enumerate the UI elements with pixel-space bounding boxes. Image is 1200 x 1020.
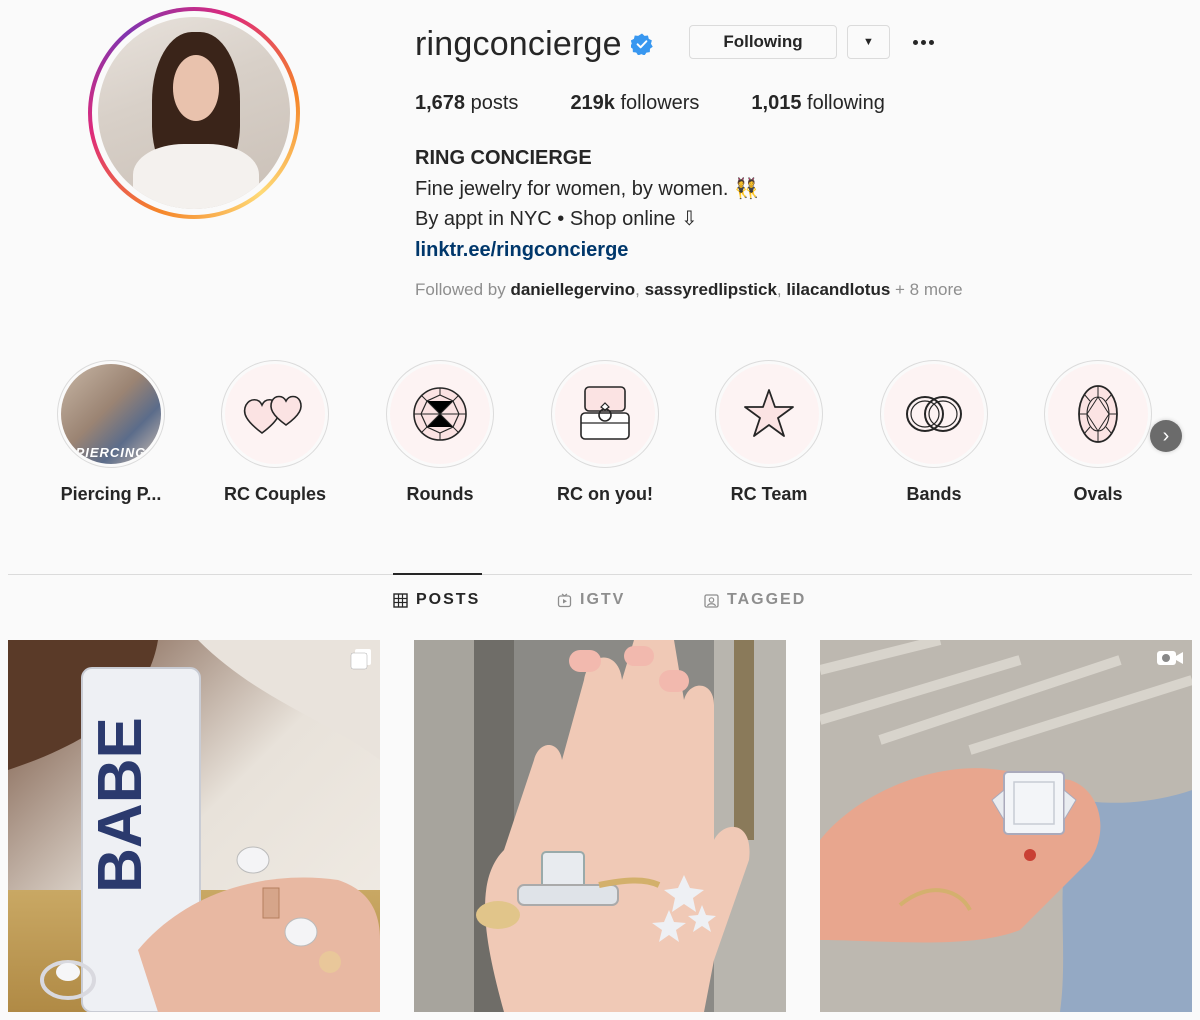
highlight-rc-couples[interactable]: RC Couples — [200, 360, 350, 505]
hearts-icon — [243, 395, 302, 435]
bio-line-1: Fine jewelry for women, by women. 👯 — [415, 177, 759, 200]
highlight-label: Piercing P... — [60, 484, 162, 504]
followed-by[interactable]: Followed by daniellegervino, sassyredlip… — [415, 280, 963, 300]
star-icon — [744, 389, 794, 437]
profile-avatar-ring[interactable] — [88, 7, 300, 219]
post-thumbnail[interactable]: BABE — [8, 640, 380, 1012]
highlight-inner — [719, 364, 819, 464]
highlight-inner — [225, 364, 325, 464]
followed-by-user[interactable]: daniellegervino — [510, 280, 635, 299]
highlight-label: Bands — [906, 484, 962, 504]
highlight-label: RC on you! — [557, 484, 653, 504]
highlight-inner — [1048, 364, 1148, 464]
bio-full-name: RING CONCIERGE — [415, 147, 592, 169]
highlight-circle — [1044, 360, 1152, 468]
profile-avatar[interactable] — [98, 17, 290, 209]
caret-down-icon: ▼ — [863, 36, 874, 48]
highlight-circle — [551, 360, 659, 468]
highlight-piercing[interactable]: PIERCING Piercing P... — [36, 360, 186, 505]
round-diamond-icon — [413, 387, 467, 441]
highlight-circle — [386, 360, 494, 468]
suggested-dropdown-button[interactable]: ▼ — [847, 25, 890, 59]
following-count-value: 1,015 — [751, 92, 802, 114]
highlight-photo-thumbnail: PIERCING — [61, 364, 161, 464]
posts-count-value: 1,678 — [415, 92, 466, 114]
highlight-label: Rounds — [406, 484, 474, 504]
tab-igtv[interactable]: IGTV — [557, 574, 625, 626]
post-image — [820, 640, 1192, 1012]
followed-by-user[interactable]: sassyredlipstick — [645, 280, 777, 299]
more-options-icon[interactable] — [905, 27, 941, 57]
following-button[interactable]: Following — [689, 25, 837, 59]
highlight-rounds[interactable]: Rounds — [365, 360, 515, 505]
following-count[interactable]: 1,015 following — [751, 92, 884, 115]
tab-tagged-label: TAGGED — [727, 591, 807, 608]
highlights-next-chevron-icon[interactable]: › — [1150, 420, 1182, 452]
bio-link[interactable]: linktr.ee/ringconcierge — [415, 235, 759, 266]
followed-by-more[interactable]: + 8 more — [895, 280, 963, 299]
post-image: BABE — [8, 640, 380, 1012]
oval-diamond-icon — [1078, 385, 1118, 443]
igtv-icon — [557, 593, 572, 607]
video-icon — [1157, 651, 1183, 665]
highlight-label: RC Team — [730, 484, 808, 504]
highlight-rc-team[interactable]: RC Team — [694, 360, 844, 505]
highlight-inner — [390, 364, 490, 464]
highlight-inner — [884, 364, 984, 464]
tab-igtv-label: IGTV — [580, 591, 626, 608]
followers-count-value: 219k — [570, 92, 615, 114]
carousel-icon — [350, 649, 371, 670]
following-count-label: following — [807, 92, 885, 114]
highlight-rc-on-you[interactable]: RC on you! — [530, 360, 680, 505]
post-image — [414, 640, 786, 1012]
avatar-frame — [92, 11, 296, 215]
avatar-blouse — [132, 143, 260, 209]
grid-icon — [393, 592, 408, 608]
tab-posts[interactable]: POSTS — [393, 573, 482, 625]
profile-stats: 1,678 posts 219k followers 1,015 followi… — [415, 92, 937, 115]
followed-by-user[interactable]: lilacandlotus — [786, 280, 890, 299]
tab-posts-label: POSTS — [416, 591, 481, 608]
highlight-label: Ovals — [1073, 484, 1123, 504]
highlight-circle — [221, 360, 329, 468]
highlight-overlay-text: PIERCING — [75, 445, 147, 460]
followers-count-label: followers — [620, 92, 700, 114]
followers-count[interactable]: 219k followers — [570, 92, 699, 115]
verified-badge-icon — [630, 33, 653, 55]
bio-line-2: By appt in NYC • Shop online ⇩ — [415, 208, 698, 230]
posts-count[interactable]: 1,678 posts — [415, 92, 518, 115]
tab-tagged[interactable]: TAGGED — [704, 574, 806, 626]
highlight-inner: PIERCING — [61, 364, 161, 464]
highlight-circle — [880, 360, 988, 468]
post-thumbnail[interactable] — [414, 640, 786, 1012]
highlight-inner — [555, 364, 655, 464]
can-text: BABE — [86, 717, 155, 893]
bands-icon — [906, 396, 962, 432]
post-thumbnail[interactable] — [820, 640, 1192, 1012]
posts-count-label: posts — [470, 92, 519, 114]
ring-box-icon — [580, 386, 630, 440]
highlight-circle: PIERCING — [57, 360, 165, 468]
avatar-face — [172, 55, 219, 121]
profile-username: ringconcierge — [415, 24, 622, 63]
highlight-bands[interactable]: Bands — [859, 360, 1009, 505]
highlight-label: RC Couples — [223, 484, 326, 504]
username-row: ringconcierge — [415, 22, 653, 66]
profile-bio: RING CONCIERGE Fine jewelry for women, b… — [415, 143, 759, 265]
followed-by-prefix: Followed by — [415, 280, 506, 299]
highlight-circle — [715, 360, 823, 468]
tagged-icon — [704, 593, 719, 608]
